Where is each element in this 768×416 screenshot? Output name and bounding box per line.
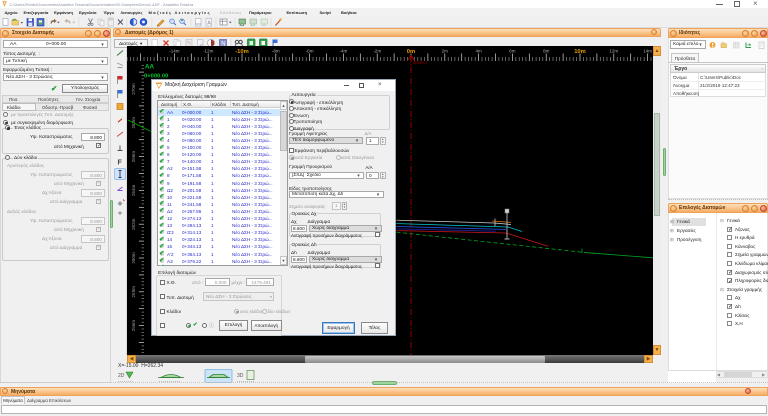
svg-text:2D: 2D xyxy=(118,373,125,379)
svg-text:10m: 10m xyxy=(574,49,586,55)
svg-text:14m: 14m xyxy=(643,49,652,54)
svg-text:12m: 12m xyxy=(609,49,618,54)
svg-text:-12m: -12m xyxy=(203,49,214,54)
svg-text:0m: 0m xyxy=(407,49,415,55)
svg-text:4m: 4m xyxy=(475,49,482,54)
svg-text:270m: 270m xyxy=(131,83,136,95)
svg-text:260m: 260m xyxy=(131,252,136,264)
svg-text:A: A xyxy=(207,21,211,27)
svg-text:264m: 264m xyxy=(131,185,136,197)
svg-text:8m: 8m xyxy=(543,49,550,54)
svg-text:-6m: -6m xyxy=(306,49,314,54)
svg-text:256m: 256m xyxy=(131,320,136,332)
svg-text:-14m: -14m xyxy=(169,49,180,54)
svg-text:266m: 266m xyxy=(131,151,136,163)
svg-text:-4m: -4m xyxy=(340,49,348,54)
svg-text:Δρόμος 1: Δρόμος 1 xyxy=(413,61,428,65)
svg-text:2m: 2m xyxy=(442,49,449,54)
svg-text:6m: 6m xyxy=(509,49,516,54)
svg-text:258m: 258m xyxy=(131,286,136,298)
svg-text:-2m: -2m xyxy=(373,49,381,54)
svg-text:3D: 3D xyxy=(237,373,244,379)
svg-text:-10m: -10m xyxy=(235,49,249,55)
svg-text:F: F xyxy=(118,160,123,167)
svg-text:262m: 262m xyxy=(131,218,136,230)
svg-text:AA: AA xyxy=(145,64,154,71)
svg-text:-8m: -8m xyxy=(272,49,280,54)
